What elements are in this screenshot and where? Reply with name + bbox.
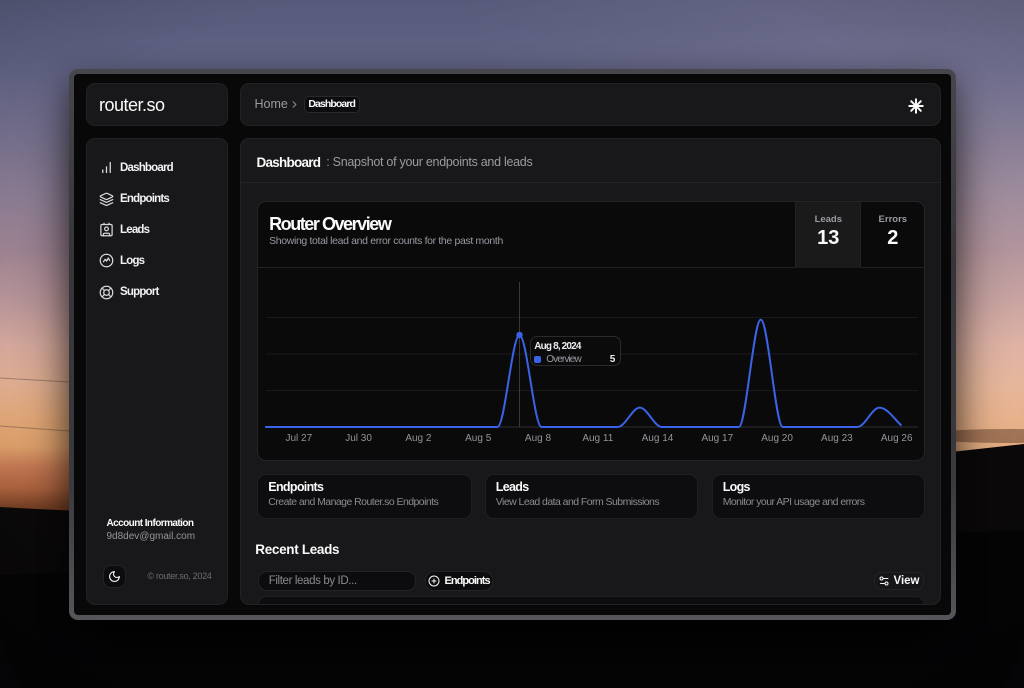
svg-text:Aug 20: Aug 20 xyxy=(762,433,794,444)
svg-text:Aug 8: Aug 8 xyxy=(525,433,552,444)
svg-text:Aug 5: Aug 5 xyxy=(465,433,492,444)
svg-text:Aug 17: Aug 17 xyxy=(702,433,734,444)
svg-text:Aug 26: Aug 26 xyxy=(881,433,913,444)
svg-text:Aug 23: Aug 23 xyxy=(821,433,853,444)
svg-text:Aug 2: Aug 2 xyxy=(406,433,433,444)
svg-text:Aug 14: Aug 14 xyxy=(642,433,674,444)
svg-text:Aug 11: Aug 11 xyxy=(583,433,614,444)
svg-text:Jul 27: Jul 27 xyxy=(286,433,313,444)
svg-text:Jul 30: Jul 30 xyxy=(346,433,373,444)
